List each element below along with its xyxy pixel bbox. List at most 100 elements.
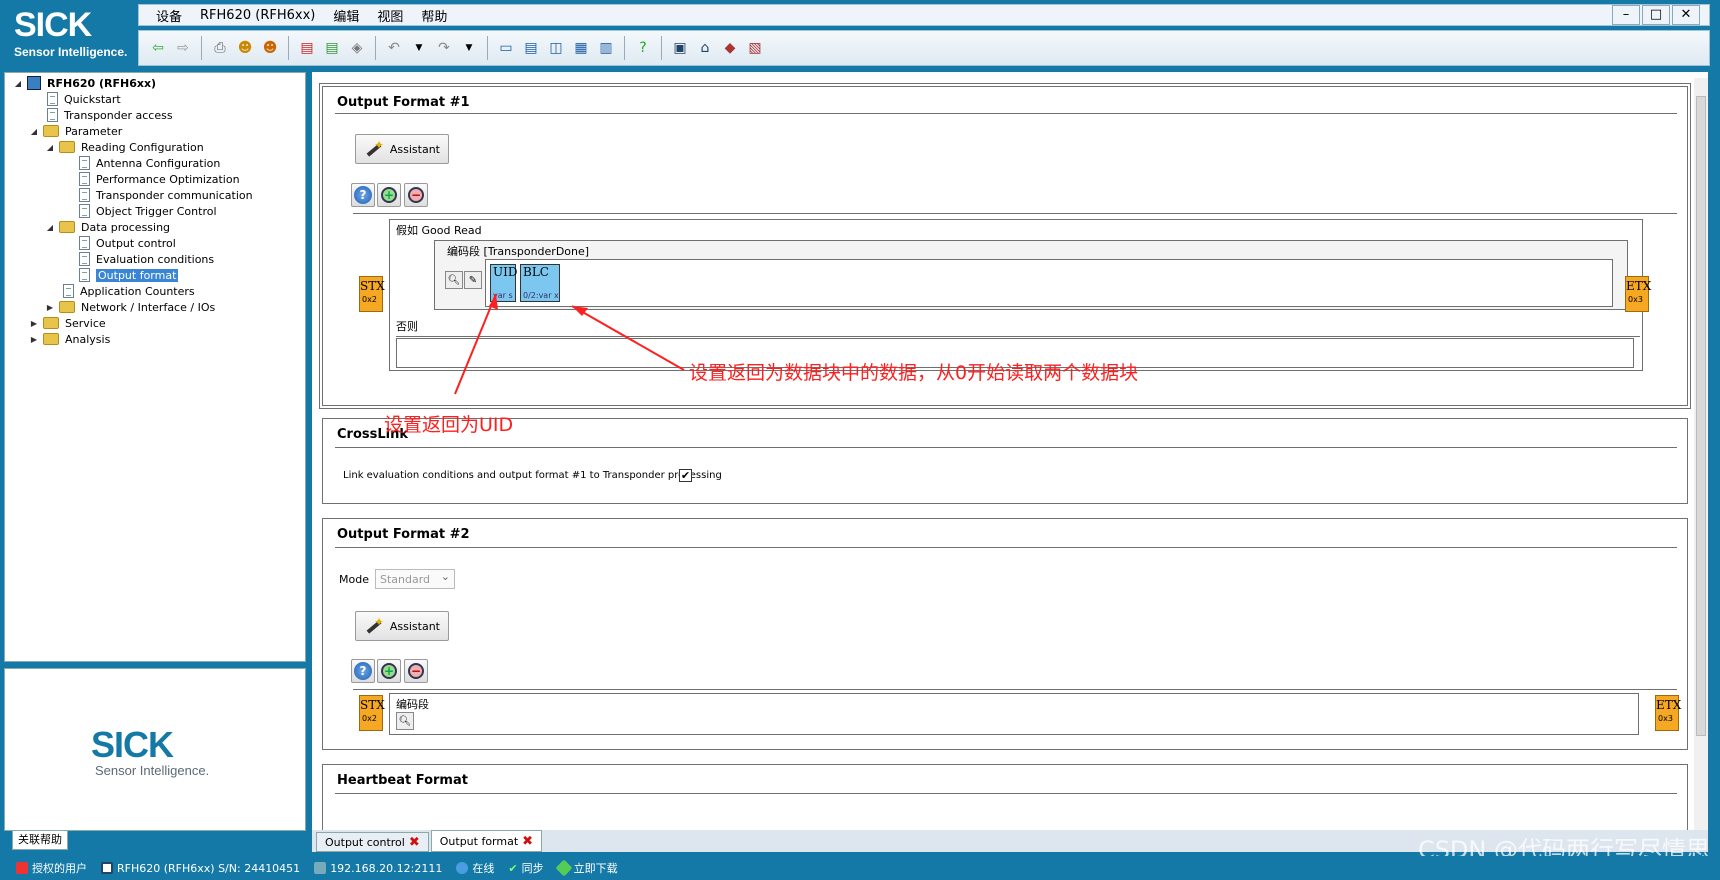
tree-item-service[interactable]: ▶ Service [29, 315, 106, 331]
close-icon[interactable]: ✖ [409, 835, 420, 850]
tree-item-object-trigger-control[interactable]: Object Trigger Control [79, 203, 217, 219]
folder-icon [59, 221, 75, 233]
close-button[interactable]: ✕ [1672, 5, 1700, 25]
minimize-button[interactable]: – [1612, 5, 1640, 25]
tab-output-control[interactable]: Output control ✖ [316, 832, 429, 852]
brand-name: SICK [14, 6, 92, 44]
maximize-button[interactable]: □ [1642, 5, 1670, 25]
menu-edit[interactable]: 编辑 [324, 6, 368, 25]
folder-icon [43, 333, 59, 345]
export-icon[interactable]: ▤ [296, 37, 318, 59]
tree-item-output-format[interactable]: Output format [79, 267, 179, 283]
chevron-down-icon[interactable]: ▼ [458, 37, 480, 59]
menu-view[interactable]: 视图 [368, 6, 412, 25]
layout-5-icon[interactable]: ▥ [595, 37, 617, 59]
globe-icon [456, 862, 469, 874]
status-device: RFH620 (RFH6xx) S/N: 24410451 [101, 862, 300, 875]
toolbar-separator [661, 36, 662, 60]
tree-item-label: Analysis [65, 332, 111, 346]
window-controls: – □ ✕ [1612, 5, 1700, 25]
collapse-icon[interactable]: ◢ [29, 127, 39, 136]
tree-item-label: Output control [96, 236, 176, 250]
tree-item-application-counters[interactable]: Application Counters [63, 283, 195, 299]
document-icon [79, 188, 90, 202]
tree-item-output-control[interactable]: Output control [79, 235, 176, 251]
tree-item-parameter[interactable]: ◢ Parameter [29, 123, 122, 139]
collapse-icon[interactable]: ◢ [45, 143, 55, 152]
tree-item-label: Application Counters [80, 284, 195, 298]
close-icon[interactable]: ✖ [522, 834, 533, 849]
tree-item-data-processing[interactable]: ◢ Data processing [45, 219, 170, 235]
import-icon[interactable]: ▤ [321, 37, 343, 59]
status-online-label: 在线 [472, 862, 495, 875]
vertical-scrollbar[interactable] [1694, 78, 1708, 830]
toolbar-separator [624, 36, 625, 60]
menu-rfh620[interactable]: RFH620 (RFH6xx) [191, 8, 324, 23]
collapse-icon[interactable]: ◢ [13, 79, 23, 88]
back-icon[interactable]: ⇦ [147, 37, 169, 59]
folder-icon [59, 141, 75, 153]
help-tab[interactable]: 关联帮助 [12, 830, 68, 850]
layout-3-icon[interactable]: ◫ [545, 37, 567, 59]
help-icon[interactable]: ? [632, 37, 654, 59]
eraser-icon[interactable]: ◈ [346, 37, 368, 59]
tree-item-antenna-configuration[interactable]: Antenna Configuration [79, 155, 220, 171]
tree-item-network[interactable]: ▶ Network / Interface / IOs [45, 299, 215, 315]
undo-icon[interactable]: ↶ [383, 37, 405, 59]
main-content: Output Format #1 Assistant ? + − STX0x2 … [312, 72, 1708, 830]
expand-icon[interactable]: ▶ [29, 335, 39, 344]
tree-item-reading-configuration[interactable]: ◢ Reading Configuration [45, 139, 204, 155]
status-download[interactable]: 立即下载 [555, 859, 618, 877]
expand-icon[interactable]: ▶ [29, 319, 39, 328]
layout-2-icon[interactable]: ▤ [520, 37, 542, 59]
tree-item-label: Quickstart [64, 92, 121, 106]
tree-item-analysis[interactable]: ▶ Analysis [29, 331, 110, 347]
expand-icon[interactable]: ▶ [45, 303, 55, 312]
chevron-down-icon[interactable]: ▼ [408, 37, 430, 59]
tree-item-label: Performance Optimization [96, 172, 240, 186]
report-icon[interactable]: ▧ [744, 37, 766, 59]
monitor-icon[interactable]: ▣ [669, 37, 691, 59]
status-user-label: 授权的用户 [32, 862, 87, 875]
device-icon[interactable]: ◆ [719, 37, 741, 59]
check-icon: ✔ [508, 861, 518, 875]
scrollbar-thumb[interactable] [1696, 96, 1706, 736]
status-bar: 授权的用户 RFH620 (RFH6xx) S/N: 24410451 192.… [0, 856, 1720, 880]
tab-label: Output format [439, 834, 519, 848]
tree-item-performance-optimization[interactable]: Performance Optimization [79, 171, 240, 187]
print-icon[interactable]: ⎙ [209, 37, 231, 59]
document-icon [79, 172, 90, 186]
document-icon [79, 252, 90, 266]
folder-icon [59, 301, 75, 313]
download-icon [555, 859, 573, 877]
status-sync-label: 同步 [521, 862, 544, 875]
home-icon[interactable]: ⌂ [694, 37, 716, 59]
network-icon [314, 862, 327, 874]
layout-1-icon[interactable]: ▭ [495, 37, 517, 59]
menu-device[interactable]: 设备 [147, 6, 191, 25]
menu-help[interactable]: 帮助 [412, 6, 456, 25]
brand-tagline: Sensor Intelligence. [14, 45, 128, 59]
redo-icon[interactable]: ↷ [433, 37, 455, 59]
status-download-label: 立即下载 [573, 862, 618, 875]
tab-output-format[interactable]: Output format ✖ [430, 830, 543, 852]
tree-item-root[interactable]: ◢ RFH620 (RFH6xx) [13, 75, 156, 91]
device-icon [101, 862, 113, 874]
user-login-icon[interactable]: ☻ [234, 37, 256, 59]
collapse-icon[interactable]: ◢ [45, 223, 55, 232]
tree-item-transponder-communication[interactable]: Transponder communication [79, 187, 253, 203]
layout-4-icon[interactable]: ▦ [570, 37, 592, 59]
annotation-arrows [454, 293, 685, 395]
brand-tagline: Sensor Intelligence. [95, 763, 210, 778]
users-icon[interactable]: ☻ [259, 37, 281, 59]
toolbar: ⇦ ⇨ ⎙ ☻ ☻ ▤ ▤ ◈ ↶ ▼ ↷ ▼ ▭ ▤ ◫ ▦ ▥ ? ▣ ⌂ … [138, 30, 1710, 66]
status-device-label: RFH620 (RFH6xx) S/N: 24410451 [117, 861, 301, 875]
tree-item-evaluation-conditions[interactable]: Evaluation conditions [79, 251, 214, 267]
folder-icon [43, 317, 59, 329]
forward-icon[interactable]: ⇨ [172, 37, 194, 59]
tree-item-quickstart[interactable]: Quickstart [47, 91, 121, 107]
tree-item-label: Parameter [65, 124, 123, 138]
document-icon [79, 236, 90, 250]
brand-name: SICK [91, 724, 174, 765]
tree-item-transponder-access[interactable]: Transponder access [47, 107, 173, 123]
